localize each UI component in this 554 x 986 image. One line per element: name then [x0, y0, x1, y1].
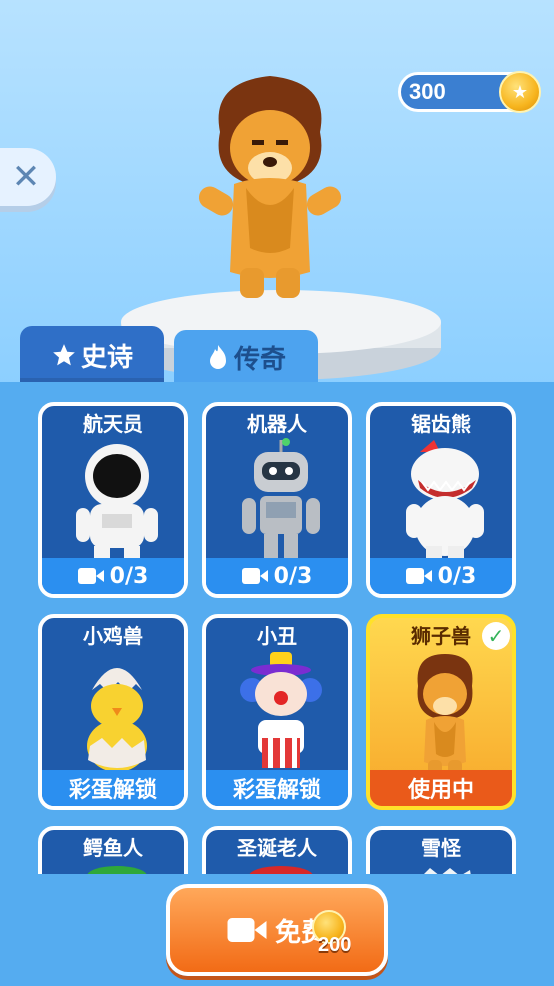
clown-figure	[240, 652, 322, 768]
unlock-progress: 0/3	[370, 558, 512, 594]
unlock-progress: 0/3	[206, 558, 348, 594]
card-name: 锯齿熊	[411, 412, 471, 436]
lion-character-preview	[198, 76, 342, 298]
character-card-crocodile[interactable]: 鳄鱼人	[38, 826, 188, 874]
character-card-yeti[interactable]: 雪怪	[366, 826, 516, 874]
video-camera-icon	[227, 918, 267, 942]
astronaut-figure	[76, 444, 158, 564]
character-card-sawtooth-bear[interactable]: 锯齿熊 0/3	[366, 402, 516, 598]
card-name: 圣诞老人	[237, 836, 317, 860]
free-button-amount: 200	[318, 934, 352, 956]
progress-text: 0/3	[273, 563, 313, 589]
lion-figure	[417, 654, 473, 776]
tab-legend[interactable]: 传奇	[174, 330, 318, 384]
star-icon	[53, 344, 75, 366]
close-icon: ✕	[11, 157, 41, 197]
character-card-santa[interactable]: 圣诞老人	[202, 826, 352, 874]
free-unlock-button[interactable]: 免费 200	[166, 884, 388, 976]
card-name: 小鸡兽	[83, 624, 143, 648]
tab-epic-label: 史诗	[80, 342, 133, 373]
flame-icon	[209, 345, 226, 369]
character-card-astronaut[interactable]: 航天员 0/3	[38, 402, 188, 598]
in-use-text: 使用中	[407, 778, 474, 803]
robot-figure	[242, 438, 320, 562]
video-camera-icon	[77, 568, 104, 584]
tab-epic[interactable]: 史诗	[20, 326, 164, 384]
unlock-text: 彩蛋解锁	[232, 778, 321, 803]
video-camera-icon	[241, 568, 268, 584]
in-use-label: 使用中	[370, 770, 512, 806]
character-card-robot[interactable]: 机器人 0/3	[202, 402, 352, 598]
chick-figure	[87, 668, 147, 772]
progress-text: 0/3	[437, 563, 477, 589]
card-name: 机器人	[247, 412, 307, 436]
coin-counter: 300 ★	[398, 71, 541, 113]
coin-amount: 300	[409, 79, 446, 104]
crocodile-figure	[87, 866, 147, 874]
progress-text: 0/3	[109, 563, 149, 589]
card-name: 航天员	[83, 412, 143, 436]
unlock-progress: 0/3	[42, 558, 184, 594]
unlock-method: 彩蛋解锁	[42, 770, 184, 806]
close-button[interactable]: ✕	[0, 148, 56, 206]
sawtooth-bear-figure	[406, 440, 484, 564]
character-card-lion[interactable]: 狮子兽 ✓ 使用中	[366, 614, 516, 810]
unlock-method: 彩蛋解锁	[206, 770, 348, 806]
card-name: 鳄鱼人	[83, 836, 143, 860]
checkmark-icon: ✓	[482, 622, 510, 650]
character-card-clown[interactable]: 小丑 彩蛋解锁	[202, 614, 352, 810]
card-name: 雪怪	[421, 836, 461, 860]
yeti-figure	[424, 868, 471, 874]
character-card-chick[interactable]: 小鸡兽 彩蛋解锁	[38, 614, 188, 810]
coin-icon: ★	[499, 71, 541, 113]
unlock-text: 彩蛋解锁	[68, 778, 157, 803]
card-name: 小丑	[257, 624, 297, 648]
tab-legend-label: 传奇	[233, 344, 286, 375]
character-grid: 航天员 0/3 机器人 0/3 锯齿熊 0/3 小鸡兽 彩蛋解锁 小丑 彩蛋解锁…	[0, 400, 554, 874]
santa-figure	[249, 866, 313, 874]
video-camera-icon	[405, 568, 432, 584]
